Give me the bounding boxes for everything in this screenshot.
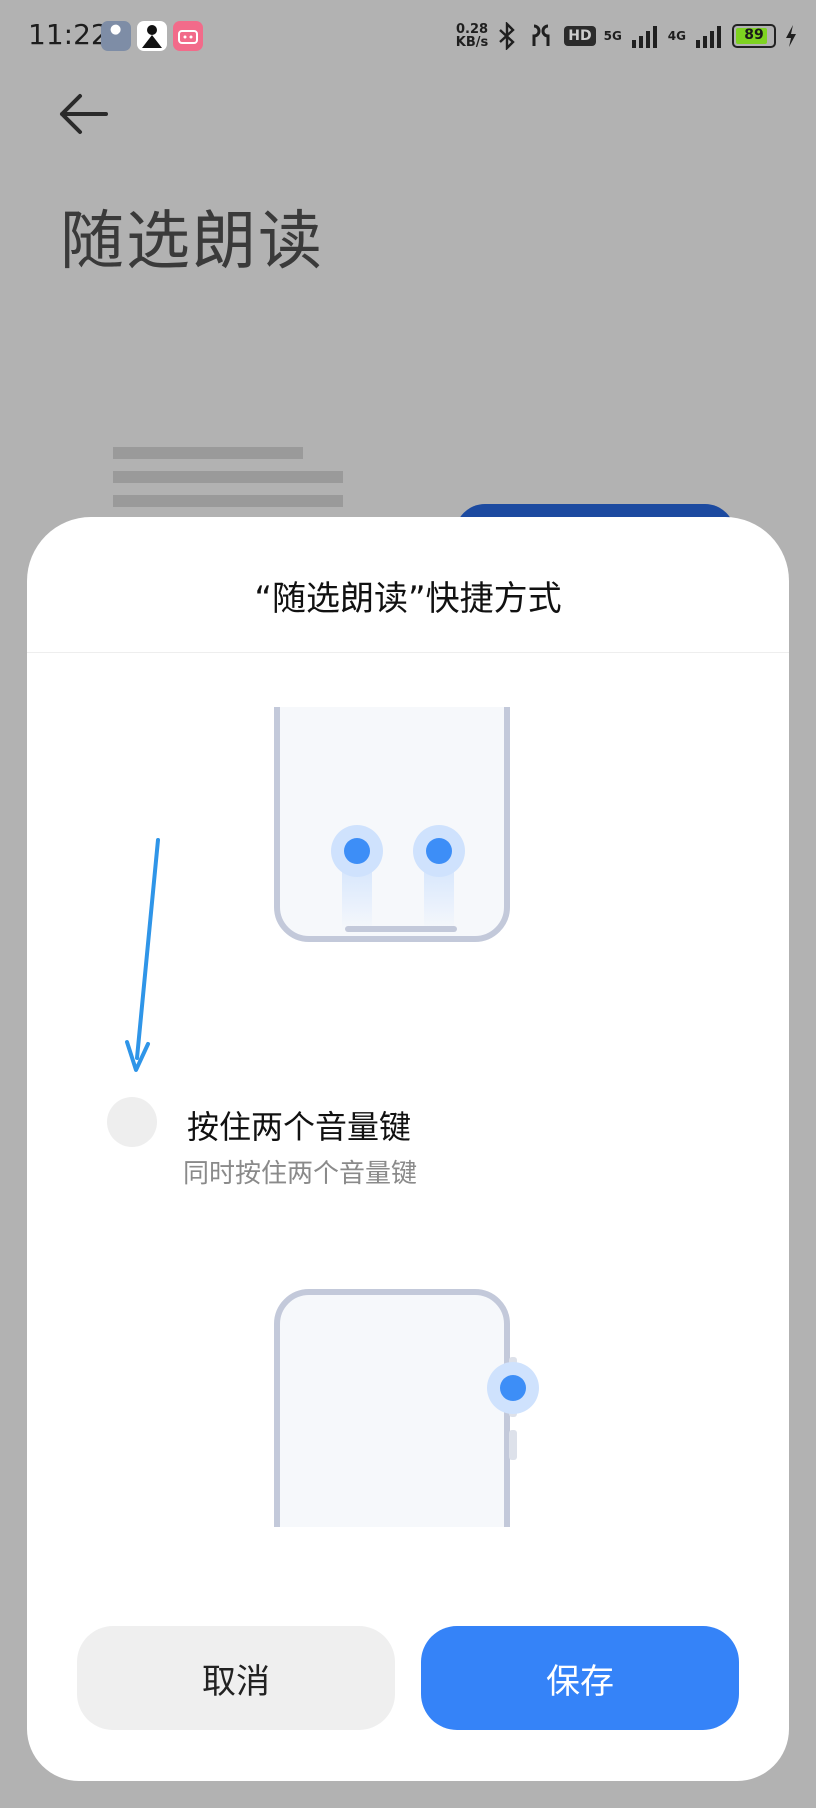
preview-line <box>113 471 343 483</box>
shortcut-dialog: “随选朗读”快捷方式 按住两个音量键 同时按住两个音量键 取消 保存 <box>27 517 789 1781</box>
network-speed: 0.28 KB/s <box>456 23 488 49</box>
dialog-divider <box>27 652 789 653</box>
speed-unit: KB/s <box>455 35 489 50</box>
bluetooth-icon <box>499 22 515 50</box>
signal-4g-icon <box>696 26 721 48</box>
status-icons: 0.28 KB/s HD 5G 4G 89 <box>456 18 798 54</box>
cancel-button[interactable]: 取消 <box>77 1626 395 1730</box>
hd-voice-badge: HD <box>564 26 596 46</box>
option-subtitle: 同时按住两个音量键 <box>183 1159 418 1189</box>
option-title[interactable]: 按住两个音量键 <box>187 1102 411 1148</box>
page-title: 随选朗读 <box>60 205 324 279</box>
battery-level: 89 <box>744 27 764 43</box>
annotation-arrow-icon <box>125 838 160 1072</box>
back-arrow-icon[interactable] <box>58 92 108 138</box>
signal-5g-icon <box>631 26 657 48</box>
preview-line <box>113 447 303 459</box>
charging-icon <box>786 25 796 47</box>
network-5g-label: 5G <box>603 29 622 43</box>
status-time: 11:22 <box>28 18 109 51</box>
network-4g-label: 4G <box>667 29 686 43</box>
wrench-app-icon <box>101 21 131 51</box>
status-bar: 11:22 0.28 KB/s HD 5G 4G 89 <box>0 0 816 74</box>
bilibili-app-icon <box>173 21 203 51</box>
app-icon-person <box>137 21 167 51</box>
option-radio[interactable] <box>107 1097 157 1147</box>
side-volume-key-illustration <box>274 1289 539 1527</box>
two-volume-keys-illustration <box>274 707 510 942</box>
save-button[interactable]: 保存 <box>421 1626 739 1730</box>
dialog-title: “随选朗读”快捷方式 <box>254 579 562 619</box>
preview-line <box>113 495 343 507</box>
earbuds-icon <box>532 24 550 46</box>
battery-icon: 89 <box>732 24 776 48</box>
